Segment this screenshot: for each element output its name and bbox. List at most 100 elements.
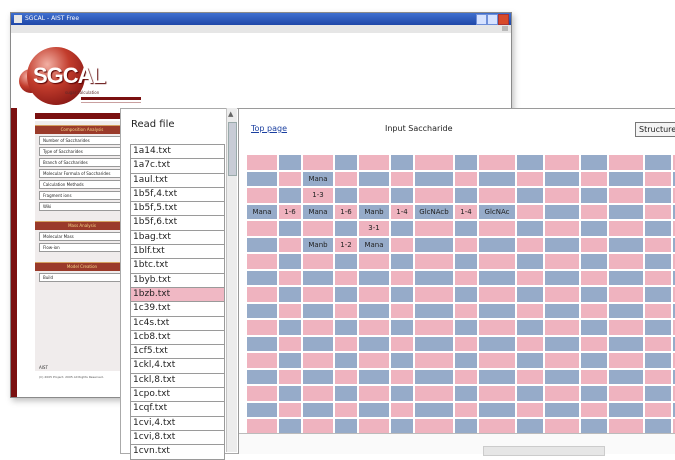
grid-cell[interactable] (279, 402, 301, 417)
grid-cell[interactable] (335, 386, 357, 401)
scrollbar-thumb[interactable] (228, 122, 237, 176)
grid-cell[interactable] (545, 386, 579, 401)
grid-cell[interactable] (455, 402, 477, 417)
grid-cell[interactable] (517, 369, 543, 384)
grid-cell[interactable] (359, 287, 389, 302)
grid-cell[interactable] (359, 188, 389, 203)
file-list-item[interactable]: 1b5f,4.txt (130, 187, 225, 203)
grid-cell[interactable] (455, 336, 477, 351)
file-list-item[interactable]: 1cb8.txt (130, 330, 225, 346)
file-list-item[interactable]: 1cvi,4.txt (130, 416, 225, 431)
file-list-item[interactable]: 1blf.txt (130, 245, 225, 260)
file-list-item[interactable]: 1btc.txt (130, 259, 225, 274)
grid-cell[interactable]: 1-2 (335, 237, 357, 252)
grid-cell[interactable] (455, 171, 477, 186)
grid-cell[interactable] (455, 237, 477, 252)
grid-cell[interactable] (517, 254, 543, 269)
grid-cell[interactable] (517, 155, 543, 170)
grid-cell[interactable] (479, 320, 515, 335)
grid-cell[interactable]: 3-1 (359, 221, 389, 236)
grid-cell[interactable] (517, 237, 543, 252)
grid-cell[interactable] (359, 171, 389, 186)
grid-cell[interactable] (609, 419, 643, 434)
grid-cell[interactable] (609, 270, 643, 285)
grid-cell[interactable] (545, 171, 579, 186)
grid-cell[interactable]: 1-4 (391, 204, 413, 219)
grid-cell[interactable] (359, 303, 389, 318)
grid-cell[interactable] (279, 320, 301, 335)
grid-cell[interactable] (303, 303, 333, 318)
grid-cell[interactable] (303, 419, 333, 434)
grid-cell[interactable] (391, 336, 413, 351)
grid-cell[interactable] (335, 221, 357, 236)
file-list-item[interactable]: 1ckl,4.txt (130, 359, 225, 374)
grid-cell[interactable] (517, 336, 543, 351)
grid-cell[interactable] (581, 188, 607, 203)
nav-fragment-ions[interactable]: Fragment ions (39, 191, 125, 200)
grid-cell[interactable] (455, 386, 477, 401)
grid-cell[interactable] (359, 369, 389, 384)
grid-cell[interactable] (545, 369, 579, 384)
grid-cell[interactable] (335, 270, 357, 285)
grid-cell[interactable] (303, 353, 333, 368)
grid-cell[interactable] (609, 188, 643, 203)
grid-cell[interactable] (545, 188, 579, 203)
grid-cell[interactable]: Manb (303, 237, 333, 252)
grid-cell[interactable] (415, 402, 453, 417)
grid-cell[interactable] (545, 237, 579, 252)
grid-cell[interactable] (479, 353, 515, 368)
grid-cell[interactable] (279, 369, 301, 384)
grid-cell[interactable] (391, 287, 413, 302)
grid-cell[interactable] (609, 204, 643, 219)
grid-cell[interactable] (359, 353, 389, 368)
grid-cell[interactable] (645, 386, 671, 401)
grid-cell[interactable] (415, 171, 453, 186)
grid-cell[interactable] (609, 303, 643, 318)
grid-cell[interactable] (517, 204, 543, 219)
grid-cell[interactable] (391, 419, 413, 434)
maximize-button[interactable] (487, 14, 498, 25)
file-list-item[interactable]: 1cqf.txt (130, 402, 225, 417)
grid-cell[interactable] (581, 204, 607, 219)
grid-cell[interactable] (335, 336, 357, 351)
grid-cell[interactable] (335, 419, 357, 434)
nav-molecular-formula[interactable]: Molecular Formula of Saccharides (39, 169, 125, 178)
grid-cell[interactable] (581, 287, 607, 302)
grid-cell[interactable] (609, 155, 643, 170)
grid-cell[interactable] (455, 320, 477, 335)
grid-cell[interactable]: GlcNAc (479, 204, 515, 219)
grid-cell[interactable] (455, 353, 477, 368)
grid-cell[interactable] (335, 303, 357, 318)
grid-cell[interactable] (303, 336, 333, 351)
grid-cell[interactable] (391, 237, 413, 252)
grid-cell[interactable] (247, 353, 277, 368)
grid-cell[interactable] (645, 254, 671, 269)
grid-cell[interactable] (609, 336, 643, 351)
grid-cell[interactable] (581, 419, 607, 434)
grid-cell[interactable] (415, 386, 453, 401)
grid-cell[interactable] (247, 237, 277, 252)
grid-cell[interactable] (645, 237, 671, 252)
grid-cell[interactable] (479, 270, 515, 285)
grid-cell[interactable]: Mana (303, 204, 333, 219)
grid-cell[interactable] (545, 336, 579, 351)
grid-cell[interactable] (415, 303, 453, 318)
close-button[interactable] (498, 14, 509, 25)
grid-cell[interactable]: 1-4 (455, 204, 477, 219)
toolbar-button[interactable] (502, 26, 508, 31)
grid-cell[interactable] (517, 171, 543, 186)
grid-cell[interactable] (645, 353, 671, 368)
grid-cell[interactable]: Mana (247, 204, 277, 219)
grid-cell[interactable] (581, 171, 607, 186)
grid-cell[interactable] (391, 254, 413, 269)
grid-cell[interactable] (335, 155, 357, 170)
grid-cell[interactable] (545, 204, 579, 219)
file-list-item[interactable]: 1b5f,6.txt (130, 216, 225, 231)
grid-cell[interactable] (303, 320, 333, 335)
grid-cell[interactable] (247, 270, 277, 285)
grid-cell[interactable] (479, 237, 515, 252)
grid-cell[interactable] (247, 188, 277, 203)
grid-cell[interactable] (479, 188, 515, 203)
grid-cell[interactable] (335, 402, 357, 417)
grid-cell[interactable] (303, 221, 333, 236)
